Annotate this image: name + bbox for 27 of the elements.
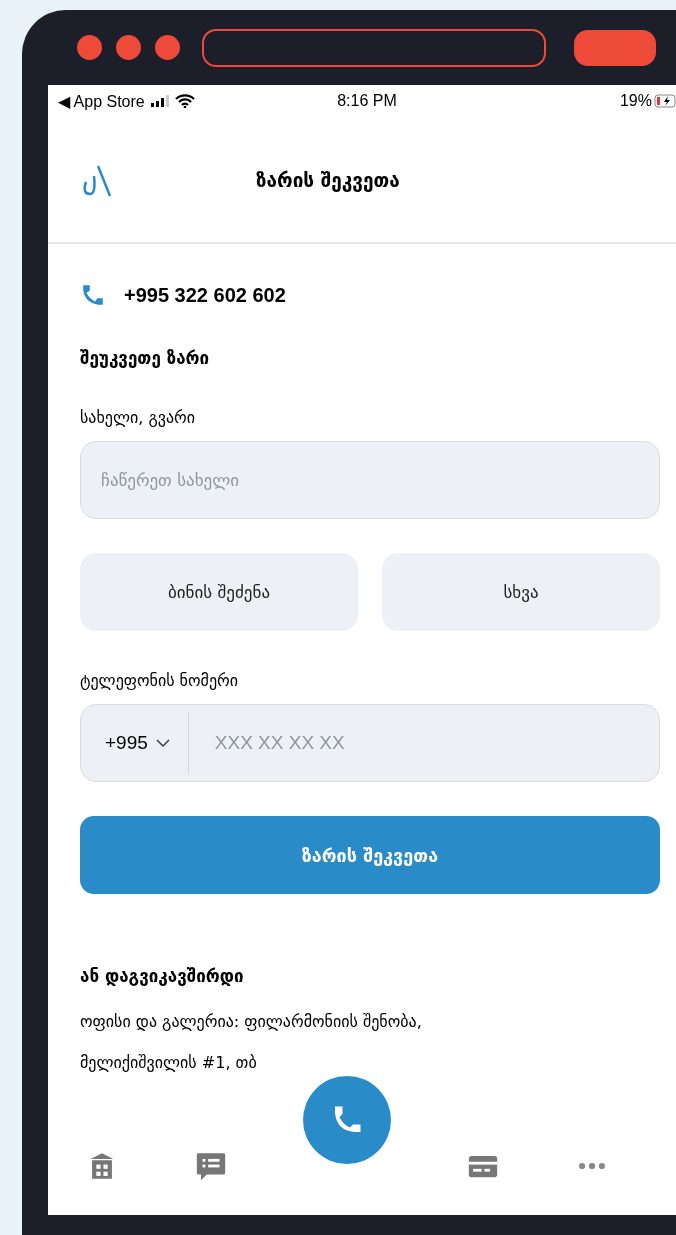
window-dot	[116, 35, 141, 60]
battery-percent: 19%	[619, 92, 652, 110]
phone-input-field[interactable]: +995 XXX XX XX XX	[80, 704, 660, 782]
wifi-icon	[174, 94, 195, 108]
back-to-app-store[interactable]: ◀ App Store	[58, 91, 145, 111]
browser-button[interactable]	[574, 29, 656, 66]
phone-icon	[80, 282, 106, 308]
name-input-field[interactable]: ჩაწერეთ სახელი	[80, 441, 660, 519]
topic-option[interactable]: სხვა	[382, 553, 660, 631]
signal-icon	[150, 95, 169, 107]
contact-phone-number[interactable]: +995 322 602 602	[124, 283, 286, 307]
contact-heading: ან დაგვიკავშირდი	[80, 966, 245, 986]
country-code-selector[interactable]: +995	[81, 712, 189, 774]
window-dot	[155, 35, 180, 60]
submit-button[interactable]: ზარის შეკვეთა	[80, 816, 660, 894]
status-time: 8:16 PM	[337, 92, 397, 110]
topic-option[interactable]: ბინის შეძენა	[80, 553, 358, 631]
address-text: ოფისი და გალერია: ფილარმონიის შენობა,	[80, 1012, 423, 1031]
chevron-icon	[155, 739, 170, 747]
phone-label: ტელეფონის ნომერი	[80, 671, 240, 690]
window-dot	[77, 35, 102, 60]
address-text: მელიქიშვილის #1, თბ	[80, 1053, 258, 1072]
battery-icon	[654, 94, 676, 108]
page-title: ზარის შეკვეთა	[256, 168, 400, 191]
form-heading: შეუკვეთე ზარი	[80, 348, 211, 368]
name-label: სახელი, გვარი	[80, 408, 197, 427]
address-bar[interactable]	[202, 28, 546, 67]
